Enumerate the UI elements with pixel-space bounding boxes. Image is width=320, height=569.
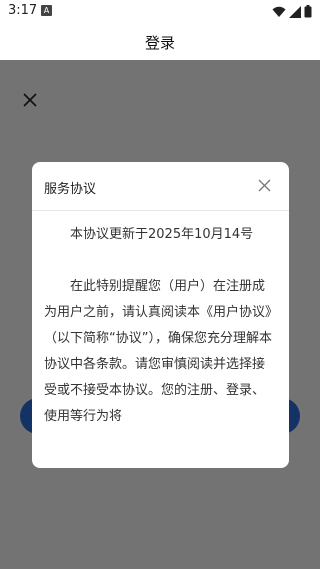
agreement-links-peek: [60, 470, 260, 484]
page-title: 登录: [144, 34, 175, 52]
agreement-reminder-text: 在此特别提醒您（用户）在注册成为用户之前，请认真阅读本《用户协议》（以下简称“协…: [44, 279, 272, 424]
dialog-header: 服务协议: [32, 162, 289, 211]
status-time: 3:17: [8, 3, 38, 18]
status-bar: 3:17 A: [0, 0, 320, 24]
close-icon[interactable]: [258, 179, 271, 192]
battery-icon: [304, 5, 312, 18]
dialog-body[interactable]: 本协议更新于2025年10月14号 在此特别提醒您（用户）在注册成为用户之前，请…: [44, 222, 276, 468]
status-icons: [272, 5, 312, 18]
signal-icon: [289, 5, 301, 18]
wifi-icon: [272, 6, 286, 17]
dialog-title: 服务协议: [44, 182, 97, 197]
agreement-update-date: 本协议更新于2025年10月14号: [70, 227, 254, 242]
service-agreement-dialog: 服务协议 本协议更新于2025年10月14号 在此特别提醒您（用户）在注册成为用…: [32, 162, 289, 468]
title-bar: 登录: [0, 24, 320, 60]
notification-badge: A: [41, 5, 52, 16]
